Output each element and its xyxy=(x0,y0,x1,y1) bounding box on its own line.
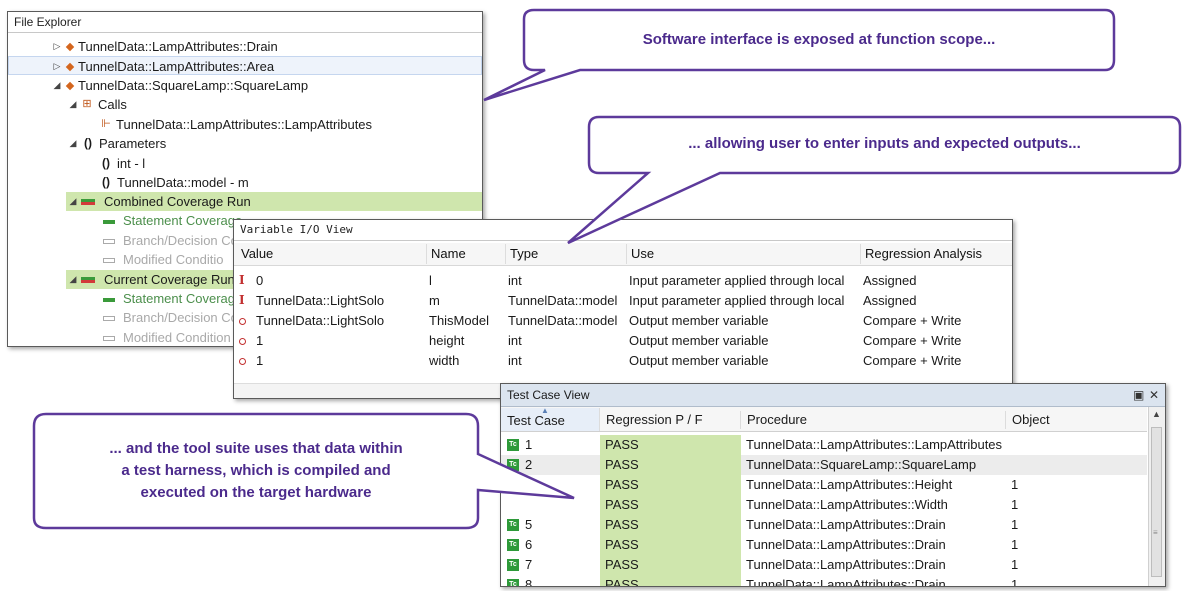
callout-1-text: Software interface is exposed at functio… xyxy=(642,31,996,48)
callout-2-text: ... allowing user to enter inputs and ex… xyxy=(688,135,1081,152)
callout-3-text: ... and the tool suite uses that data wi… xyxy=(36,438,476,504)
callout-3-line-1: ... and the tool suite uses that data wi… xyxy=(109,440,403,457)
callout-1-bubble xyxy=(483,8,1116,102)
callout-3-line-2: a test harness, which is compiled and xyxy=(121,462,391,479)
callout-3-line-3: executed on the target hardware xyxy=(140,484,372,501)
